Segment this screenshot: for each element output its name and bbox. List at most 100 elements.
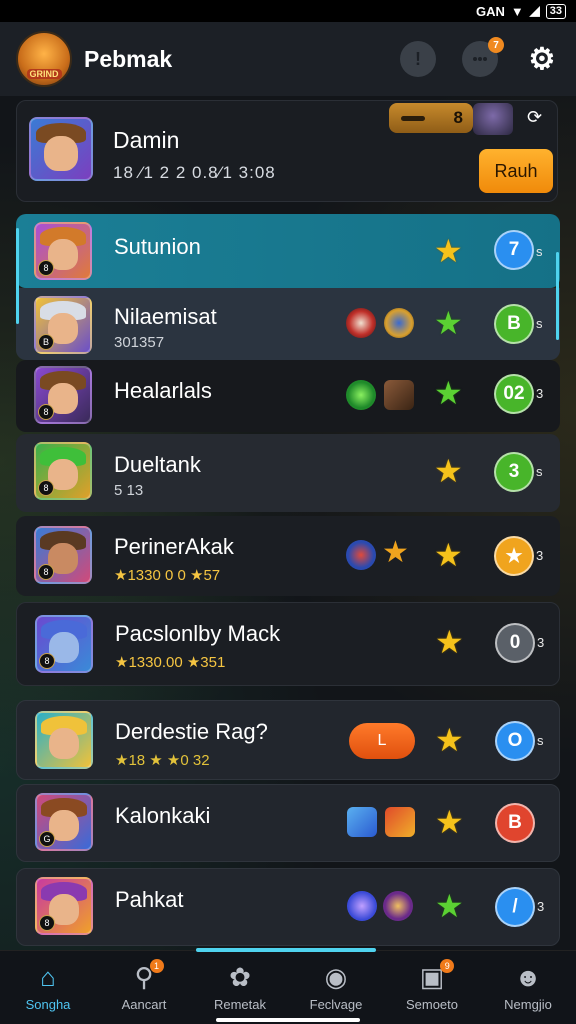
battery-icon: 33 <box>545 3 566 19</box>
nav-label: Feclvage <box>309 997 363 1012</box>
chest-icon <box>385 807 415 837</box>
row-name: Derdestie Rag? <box>115 719 268 744</box>
avatar: 8 <box>34 222 92 280</box>
avatar: 8 <box>35 615 93 673</box>
row-name: Pahkat <box>115 887 184 912</box>
list-item[interactable]: 8 Healarlals ★ 02 3 <box>16 360 560 432</box>
row-suffix: 3 <box>536 548 544 563</box>
currency-pill[interactable]: 8 <box>389 103 473 133</box>
alert-icon-glyph: ! <box>415 48 421 69</box>
search-icon: ⚲ 1 <box>134 959 164 991</box>
row-suffix: s <box>536 464 543 479</box>
clover-icon <box>346 380 376 410</box>
row-sub: 5 13 <box>114 482 144 499</box>
nav-label: Remetak <box>213 997 267 1012</box>
level-pill-button[interactable]: L <box>349 723 415 759</box>
row-sub: ★1330 0 0 ★57 <box>114 567 221 584</box>
rank-badge: 02 <box>494 374 534 414</box>
nav-label: Songha <box>25 997 71 1012</box>
list-item[interactable]: 8 Sutunion ★ 7 s <box>16 214 560 288</box>
mini-avatar[interactable] <box>473 103 513 135</box>
profile-avatar[interactable] <box>29 117 93 181</box>
gift-box-icon <box>347 807 377 837</box>
avatar: 8 <box>34 442 92 500</box>
home-icon: ⌂ <box>40 962 56 992</box>
nav-item-profile[interactable]: ☻ Nemgjio <box>480 951 576 1024</box>
refresh-icon[interactable]: ⟳ <box>527 107 542 128</box>
bottom-nav: ⌂ Songha ⚲ 1 Aancart ✿ Remetak ◉ Feclvage… <box>0 950 576 1024</box>
app-title: Pebmak <box>84 45 173 72</box>
nav-badge: 9 <box>440 959 455 973</box>
row-suffix: s <box>537 733 544 748</box>
avatar: 8 <box>34 526 92 584</box>
star-icon: ★ <box>434 233 463 269</box>
star-icon: ★ <box>434 305 463 341</box>
profile-stats: 18 ⁄1 2 2 0.8⁄1 3:08 <box>113 163 276 182</box>
rank-badge: B <box>494 304 534 344</box>
list-item[interactable]: 8 Dueltank 5 13 ★ 3 s <box>16 434 560 512</box>
profile-icon: ☻ <box>514 962 542 992</box>
profile-name: Damin <box>113 127 180 153</box>
nav-indicator <box>196 948 376 952</box>
row-name: Dueltank <box>114 452 201 477</box>
rank-badge: B <box>495 803 535 843</box>
star-icon: ★ <box>435 624 464 660</box>
carrier-label: GAN <box>475 3 505 19</box>
star-icon: ★ <box>435 888 464 924</box>
star-icon: ★ <box>434 537 463 573</box>
row-suffix: 3 <box>536 386 544 401</box>
rank-badge: 0 <box>495 623 535 663</box>
avatar <box>35 711 93 769</box>
orb-icon <box>347 891 377 921</box>
list-item[interactable]: 8 PerinerAkak ★1330 0 0 ★57 ★ ★ ★ 3 <box>16 516 560 596</box>
puzzle-icon: ✿ <box>229 962 251 992</box>
shield-icon <box>384 308 414 338</box>
star-icon: ★ <box>435 804 464 840</box>
rank-badge: 7 <box>494 230 534 270</box>
scroll-icon <box>384 380 414 410</box>
helmet-icon <box>346 308 376 338</box>
row-name: Healarlals <box>114 378 212 403</box>
nav-item-camera[interactable]: ◉ Feclvage <box>288 951 384 1024</box>
list-item[interactable]: Derdestie Rag? ★18 ★ ★0 32 L ★ O s <box>16 700 560 780</box>
row-suffix: s <box>536 316 543 331</box>
nav-item-bag[interactable]: ▣ 9 Semoeto <box>384 951 480 1024</box>
row-suffix: 3 <box>537 899 545 914</box>
signal-icon: ◢ <box>529 3 540 18</box>
rank-badge: ★ <box>494 536 534 576</box>
list-item[interactable]: B Nilaemisat 301357 ★ B s <box>16 288 560 360</box>
potion-icon <box>383 891 413 921</box>
rank-badge: / <box>495 887 535 927</box>
star-icon: ★ <box>434 453 463 489</box>
row-sub: ★1330.00 ★351 <box>115 654 226 671</box>
profile-action-button[interactable]: Rauh <box>479 149 553 193</box>
star-icon: ★ <box>434 375 463 411</box>
list-item[interactable]: 8 Pahkat ★ / 3 <box>16 868 560 946</box>
chat-badge: 7 <box>488 37 504 53</box>
row-name: PerinerAkak <box>114 534 234 559</box>
app-header: GRIND Pebmak ! 7 ⚙ <box>0 22 576 96</box>
nav-item-puzzle[interactable]: ✿ Remetak <box>192 951 288 1024</box>
chat-icon[interactable]: 7 <box>462 37 504 77</box>
scrollbar[interactable] <box>556 252 559 340</box>
profile-card[interactable]: 8 ⟳ Damin 18 ⁄1 2 2 0.8⁄1 3:08 Rauh <box>16 100 558 202</box>
row-name: Nilaemisat <box>114 304 217 329</box>
bag-icon: ▣ 9 <box>420 959 455 991</box>
status-bar: GAN ▼ ◢ 33 <box>0 0 576 22</box>
gear-icon[interactable]: ⚙ <box>524 41 560 77</box>
row-sub: ★18 ★ ★0 32 <box>115 752 210 769</box>
list-item[interactable]: G Kalonkaki ★ B <box>16 784 560 862</box>
app-logo[interactable]: GRIND <box>16 31 72 87</box>
selection-accent <box>16 228 19 324</box>
avatar: 8 <box>35 877 93 935</box>
nav-item-search[interactable]: ⚲ 1 Aancart <box>96 951 192 1024</box>
home-indicator[interactable] <box>216 1018 360 1022</box>
nav-label: Nemgjio <box>504 997 552 1012</box>
alert-icon[interactable]: ! <box>400 41 436 77</box>
rank-badge: O <box>495 721 535 761</box>
row-name: Sutunion <box>114 234 201 259</box>
list-item[interactable]: 8 Pacslonlby Mack ★1330.00 ★351 ★ 0 3 <box>16 602 560 686</box>
nav-item-home[interactable]: ⌂ Songha <box>0 951 96 1024</box>
wifi-icon: ▼ <box>510 3 524 19</box>
nav-badge: 1 <box>149 959 164 973</box>
